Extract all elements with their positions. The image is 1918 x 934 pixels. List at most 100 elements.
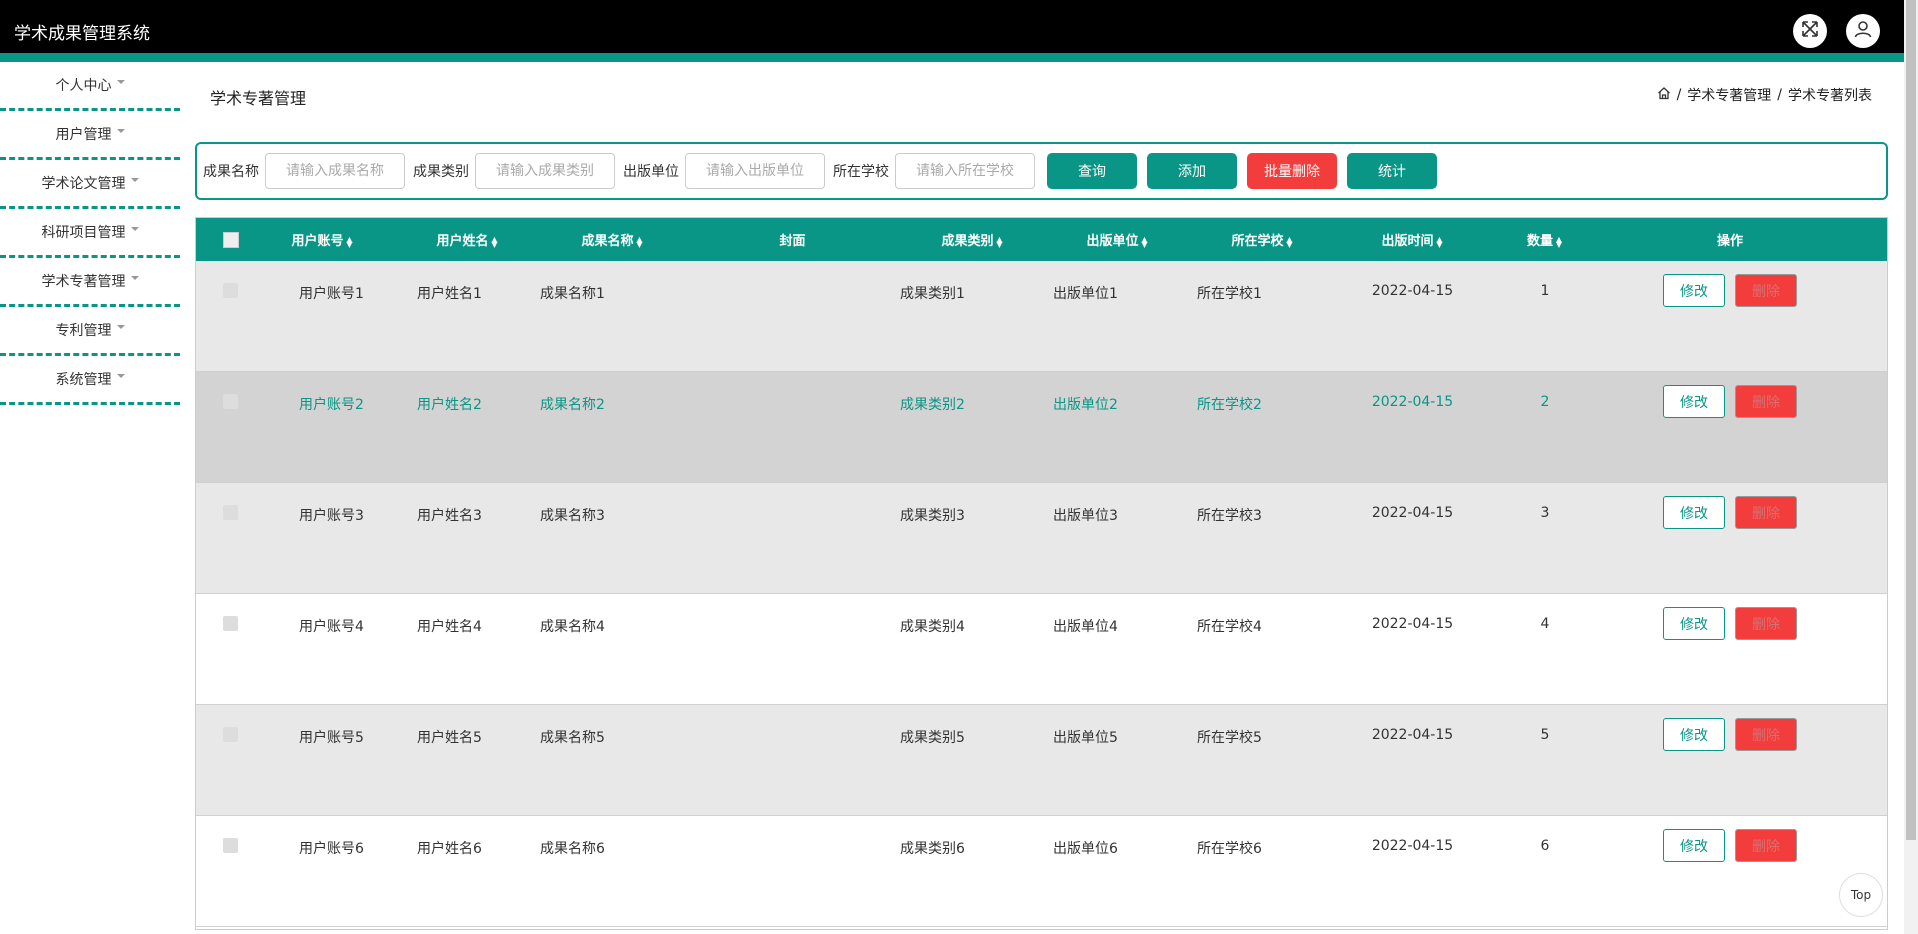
- edit-button[interactable]: 修改: [1663, 385, 1725, 418]
- cell-date: 2022-04-15: [1371, 727, 1454, 743]
- sidebar-item-patent-management[interactable]: 专利管理: [0, 307, 180, 356]
- breadcrumb: / 学术专著管理 / 学术专著列表: [1657, 85, 1872, 105]
- cell-name: 用户姓名1: [417, 286, 482, 302]
- breadcrumb-item-monograph-list: 学术专著列表: [1788, 88, 1872, 104]
- search-input-category[interactable]: [475, 153, 615, 189]
- table-row[interactable]: 用户账号2 用户姓名2 成果名称2 成果类别2 出版单位2 所在学校2 2022-04-15…: [196, 372, 1887, 483]
- search-input-school[interactable]: [895, 153, 1035, 189]
- col-header-date[interactable]: 出版时间 ▲ ▼: [1335, 230, 1490, 249]
- page-title: 学术专著管理: [210, 89, 307, 108]
- col-header-category[interactable]: 成果类别 ▲ ▼: [900, 230, 1045, 249]
- stats-button[interactable]: 统计: [1347, 153, 1437, 189]
- cell-publisher: 出版单位2: [1053, 397, 1118, 413]
- edit-button[interactable]: 修改: [1663, 607, 1725, 640]
- add-button[interactable]: 添加: [1147, 153, 1237, 189]
- home-icon[interactable]: [1657, 86, 1671, 104]
- cell-count: 1: [1540, 283, 1550, 299]
- row-checkbox[interactable]: [223, 727, 238, 742]
- edit-button[interactable]: 修改: [1663, 496, 1725, 529]
- row-checkbox[interactable]: [223, 838, 238, 853]
- table-row[interactable]: 用户账号4 用户姓名4 成果名称4 成果类别4 出版单位4 所在学校4 2022-04-15…: [196, 594, 1887, 705]
- sidebar-item-project-management[interactable]: 科研项目管理: [0, 209, 180, 258]
- cell-title: 成果名称5: [540, 730, 605, 746]
- cell-publisher: 出版单位6: [1053, 841, 1118, 857]
- cell-date: 2022-04-15: [1371, 505, 1454, 521]
- cell-title: 成果名称6: [540, 841, 605, 857]
- search-label-category: 成果类别: [413, 164, 469, 180]
- cell-count: 2: [1540, 394, 1550, 410]
- cell-account: 用户账号1: [299, 286, 364, 302]
- sort-icon: ▲ ▼: [1141, 234, 1148, 249]
- query-button[interactable]: 查询: [1047, 153, 1137, 189]
- row-checkbox[interactable]: [223, 283, 238, 298]
- delete-button[interactable]: 删除: [1735, 274, 1797, 307]
- col-header-count[interactable]: 数量 ▲ ▼: [1490, 230, 1600, 249]
- delete-button[interactable]: 删除: [1735, 607, 1797, 640]
- delete-button[interactable]: 删除: [1735, 385, 1797, 418]
- cell-title: 成果名称1: [540, 286, 605, 302]
- row-checkbox[interactable]: [223, 505, 238, 520]
- col-header-school[interactable]: 所在学校 ▲ ▼: [1190, 230, 1335, 249]
- user-avatar-button[interactable]: [1846, 14, 1880, 48]
- col-header-title[interactable]: 成果名称 ▲ ▼: [540, 230, 685, 249]
- sidebar-item-label: 科研项目管理: [41, 225, 126, 241]
- cell-publisher: 出版单位5: [1053, 730, 1118, 746]
- sidebar-item-system-management[interactable]: 系统管理: [0, 356, 180, 405]
- cell-category: 成果类别5: [900, 730, 965, 746]
- row-actions: 修改 删除: [1600, 261, 1860, 307]
- col-header-account[interactable]: 用户账号 ▲ ▼: [250, 230, 395, 249]
- sidebar-item-monograph-management[interactable]: 学术专著管理: [0, 258, 180, 307]
- cell-count: 3: [1540, 505, 1550, 521]
- col-header-ops: 操作: [1716, 234, 1743, 249]
- sidebar-item-personal-center[interactable]: 个人中心: [0, 62, 180, 111]
- cell-count: 5: [1540, 727, 1550, 743]
- edit-button[interactable]: 修改: [1663, 274, 1725, 307]
- caret-down-icon: [130, 178, 139, 182]
- select-all-checkbox[interactable]: [223, 231, 239, 248]
- breadcrumb-item-monograph-management[interactable]: 学术专著管理: [1687, 85, 1771, 105]
- cell-category: 成果类别2: [900, 397, 965, 413]
- sort-icon: ▲ ▼: [636, 234, 643, 249]
- sort-icon: ▲ ▼: [996, 234, 1003, 249]
- sidebar-item-user-management[interactable]: 用户管理: [0, 111, 180, 160]
- edit-button[interactable]: 修改: [1663, 718, 1725, 751]
- row-checkbox[interactable]: [223, 616, 238, 631]
- top-bar: 学术成果管理系统: [0, 0, 1904, 53]
- sidebar-item-label: 用户管理: [55, 127, 112, 143]
- breadcrumb-separator: /: [1676, 87, 1682, 103]
- search-label-school: 所在学校: [833, 164, 889, 180]
- cell-cover: [685, 594, 900, 616]
- table-row[interactable]: 用户账号1 用户姓名1 成果名称1 成果类别1 出版单位1 所在学校1 2022-04-15…: [196, 261, 1887, 372]
- table-row[interactable]: 用户账号3 用户姓名3 成果名称3 成果类别3 出版单位3 所在学校3 2022-04-15…: [196, 483, 1887, 594]
- delete-button[interactable]: 删除: [1735, 718, 1797, 751]
- delete-button[interactable]: 删除: [1735, 496, 1797, 529]
- cell-category: 成果类别4: [900, 619, 965, 635]
- cell-publisher: 出版单位1: [1053, 286, 1118, 302]
- delete-button[interactable]: 删除: [1735, 829, 1797, 862]
- cell-title: 成果名称2: [540, 397, 605, 413]
- page-scrollbar-thumb[interactable]: [1906, 0, 1916, 840]
- back-to-top-button[interactable]: Top: [1839, 873, 1883, 917]
- cell-title: 成果名称4: [540, 619, 605, 635]
- sidebar-item-label: 个人中心: [55, 78, 112, 94]
- cell-date: 2022-04-15: [1371, 394, 1454, 410]
- table-row[interactable]: 用户账号5 用户姓名5 成果名称5 成果类别5 出版单位5 所在学校5 2022-04-15…: [196, 705, 1887, 816]
- sidebar-item-label: 专利管理: [55, 323, 112, 339]
- cell-school: 所在学校6: [1197, 841, 1262, 857]
- col-header-name[interactable]: 用户姓名 ▲ ▼: [395, 230, 540, 249]
- fullscreen-icon: [1801, 20, 1819, 42]
- cell-school: 所在学校4: [1197, 619, 1262, 635]
- cell-cover: [685, 261, 900, 283]
- fullscreen-button[interactable]: [1793, 14, 1827, 48]
- sidebar-item-paper-management[interactable]: 学术论文管理: [0, 160, 180, 209]
- batch-delete-button[interactable]: 批量删除: [1247, 153, 1337, 189]
- search-input-title[interactable]: [265, 153, 405, 189]
- search-input-publisher[interactable]: [685, 153, 825, 189]
- row-checkbox[interactable]: [223, 394, 238, 409]
- table-row[interactable]: 用户账号6 用户姓名6 成果名称6 成果类别6 出版单位6 所在学校6 2022-04-15…: [196, 816, 1887, 927]
- cell-cover: [685, 816, 900, 838]
- cell-category: 成果类别3: [900, 508, 965, 524]
- col-header-publisher[interactable]: 出版单位 ▲ ▼: [1045, 230, 1190, 249]
- sort-icon: ▲ ▼: [1555, 234, 1563, 249]
- edit-button[interactable]: 修改: [1663, 829, 1725, 862]
